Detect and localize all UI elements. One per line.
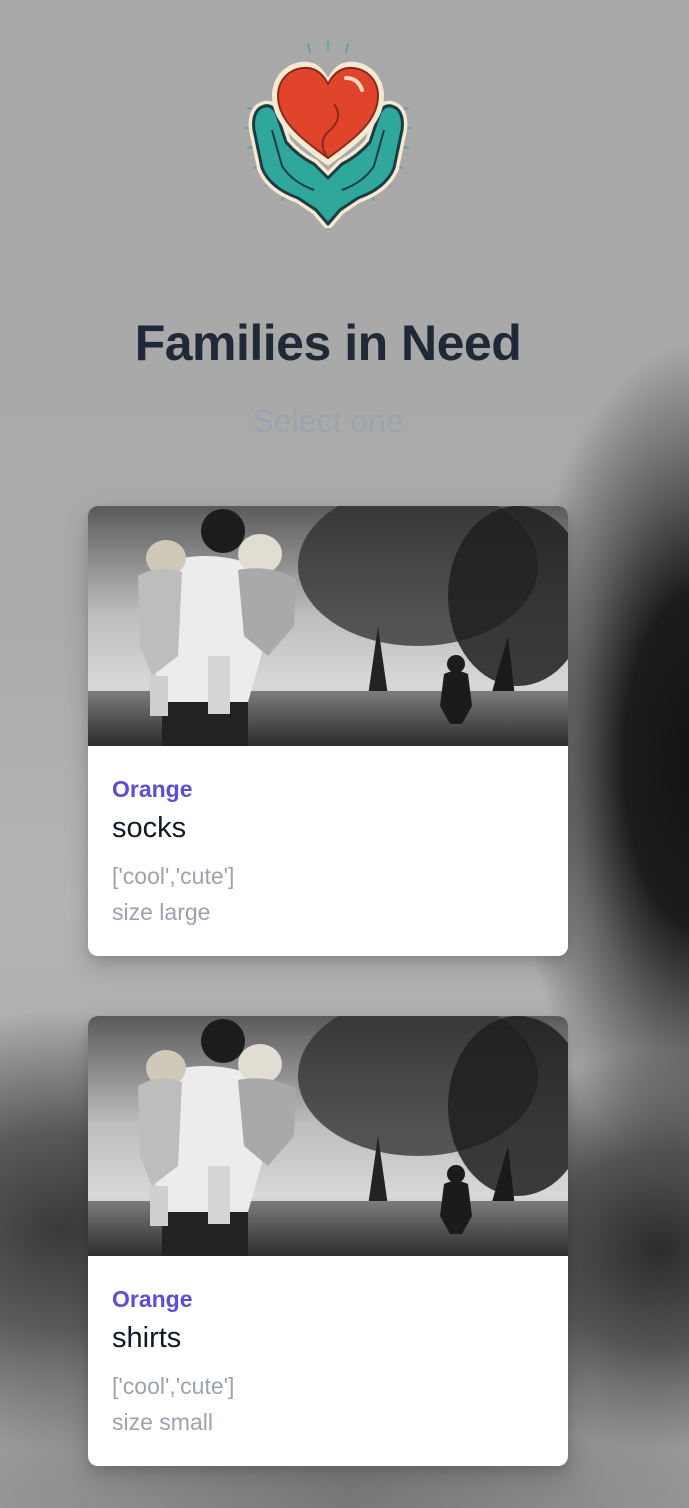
family-photo <box>88 1016 568 1256</box>
card-size: size small <box>112 1409 213 1435</box>
card-item-name: socks <box>112 812 187 844</box>
card-color: Orange <box>112 1286 193 1312</box>
card-color: Orange <box>112 776 193 802</box>
card-tags: ['cool','cute'] <box>112 1373 235 1399</box>
card-item-name: shirts <box>112 1322 182 1354</box>
family-card[interactable]: Orange socks ['cool','cute'] size large <box>88 506 568 956</box>
family-card[interactable]: Orange shirts ['cool','cute'] size small <box>88 1016 568 1466</box>
page-subtitle: Select one <box>252 403 404 439</box>
card-size: size large <box>112 899 211 925</box>
card-tags: ['cool','cute'] <box>112 863 235 889</box>
family-photo <box>88 506 568 746</box>
page-title: Families in Need <box>134 315 522 371</box>
heart-in-hands-icon <box>245 41 411 228</box>
